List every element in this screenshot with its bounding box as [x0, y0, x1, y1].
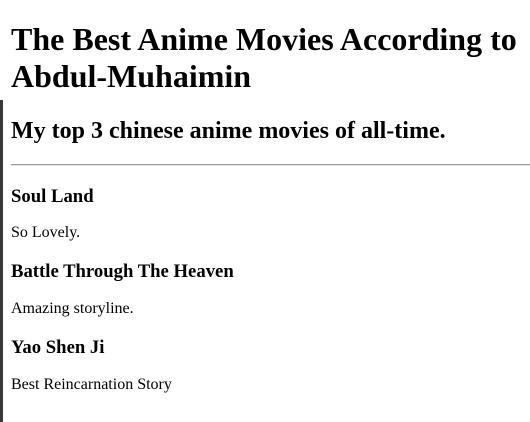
movie-description: Best Reincarnation Story — [11, 376, 172, 393]
movie-item: Battle Through The Heaven Amazing storyl… — [11, 261, 530, 318]
window-left-edge-gap — [0, 0, 3, 100]
divider — [11, 164, 530, 166]
movie-title: Battle Through The Heaven — [11, 261, 234, 282]
page-title: The Best Anime Movies According to Abdul… — [11, 21, 517, 94]
page-subtitle: My top 3 chinese anime movies of all-tim… — [11, 118, 446, 144]
movie-item: Yao Shen Ji Best Reincarnation Story — [11, 337, 530, 394]
movie-description: Amazing storyline. — [11, 300, 134, 317]
movie-item: Soul Land So Lovely. — [11, 186, 530, 242]
window-left-edge — [0, 0, 3, 422]
movie-title: Yao Shen Ji — [11, 337, 105, 358]
movie-title: Soul Land — [11, 186, 94, 207]
movie-description: So Lovely. — [11, 224, 81, 241]
page-content: The Best Anime Movies According to Abdul… — [11, 0, 530, 394]
